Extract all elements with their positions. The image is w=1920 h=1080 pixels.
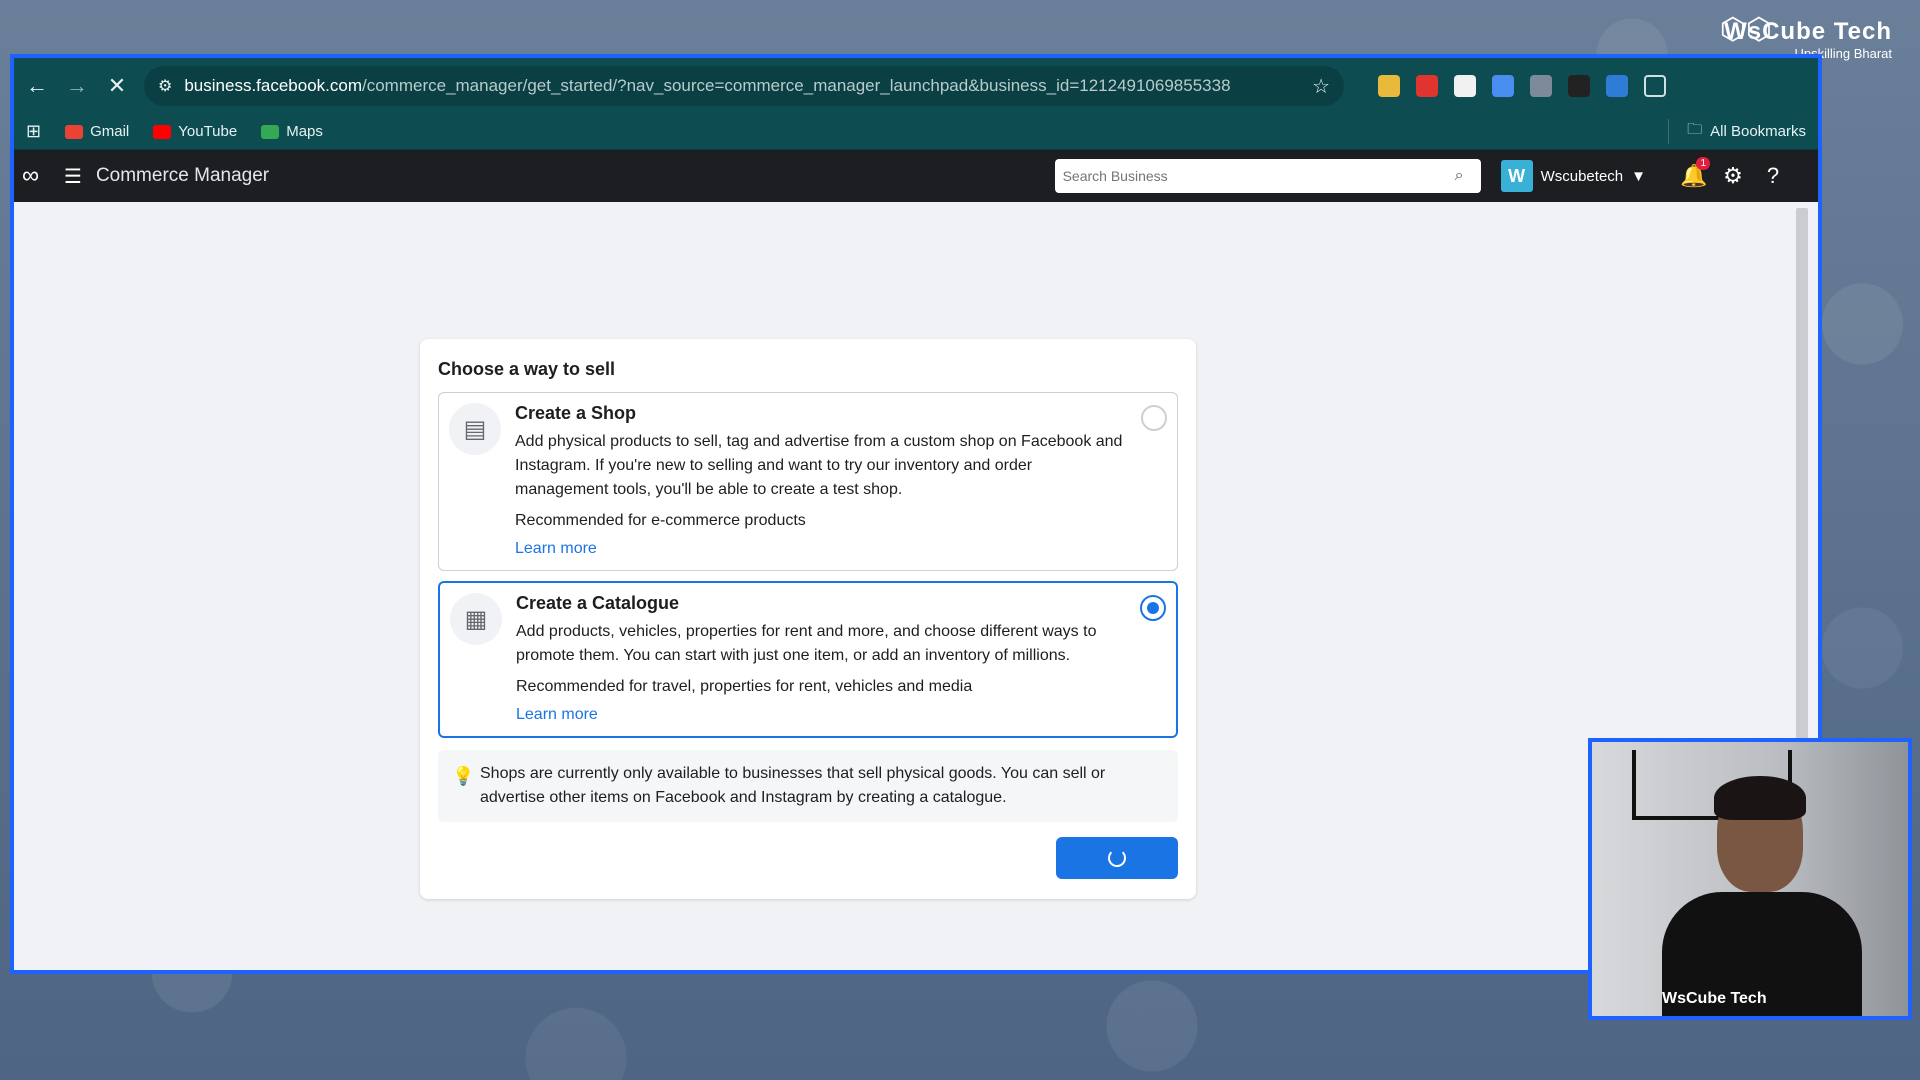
extension-icon[interactable] — [1416, 75, 1438, 97]
gmail-icon — [65, 124, 84, 139]
webcam-overlay: WsCube Tech — [1588, 738, 1912, 1020]
presenter-hair — [1714, 776, 1806, 820]
site-settings-icon[interactable]: ⚙ — [158, 76, 172, 96]
info-text: Shops are currently only available to bu… — [480, 765, 1106, 806]
search-box: ⌕ — [1054, 159, 1481, 193]
option-description: Add products, vehicles, properties for r… — [516, 623, 1097, 664]
help-icon[interactable]: ? — [1760, 163, 1786, 189]
option-title: Create a Shop — [515, 403, 637, 423]
browser-window: ← → ✕ ⚙ business.facebook.com/commerce_m… — [10, 54, 1822, 974]
menu-icon[interactable]: ☰ — [64, 164, 82, 189]
url-text: business.facebook.com/commerce_manager/g… — [184, 76, 1231, 95]
grid-icon: ▦ — [450, 593, 502, 645]
search-input[interactable] — [1062, 168, 1455, 184]
scrollbar[interactable] — [1796, 208, 1808, 748]
star-icon[interactable]: ☆ — [1312, 74, 1330, 99]
loading-spinner-icon — [1108, 849, 1126, 867]
option-title: Create a Catalogue — [516, 593, 680, 613]
url-field[interactable]: ⚙ business.facebook.com/commerce_manager… — [144, 66, 1344, 106]
bookmarks-bar: ⊞ Gmail YouTube Maps 🗀 All Bookmarks — [14, 114, 1818, 150]
lightbulb-icon: 💡 — [452, 766, 475, 786]
shirt-logo: WsCube Tech — [1662, 990, 1767, 1007]
option-description: Add physical products to sell, tag and a… — [515, 433, 1123, 498]
extension-icon[interactable] — [1568, 75, 1590, 97]
bookmark-youtube[interactable]: YouTube — [153, 123, 237, 140]
bookmark-gmail[interactable]: Gmail — [65, 123, 129, 140]
header-icons: 🔔 1 ⚙ ? — [1680, 157, 1786, 189]
option-create-shop[interactable]: ▤ Create a Shop Add physical products to… — [438, 392, 1178, 571]
extension-icon[interactable] — [1378, 75, 1400, 97]
back-icon[interactable]: ← — [24, 73, 50, 99]
business-name: Wscubetech — [1540, 167, 1624, 185]
presenter — [1662, 776, 1862, 1016]
stop-loading-icon[interactable]: ✕ — [104, 73, 130, 99]
gear-icon[interactable]: ⚙ — [1720, 163, 1746, 189]
option-create-catalogue[interactable]: ▦ Create a Catalogue Add products, vehic… — [438, 581, 1178, 738]
maps-icon — [261, 124, 280, 139]
folder-icon: 🗀 — [1687, 121, 1703, 138]
notification-badge: 1 — [1696, 157, 1710, 170]
option-recommendation: Recommended for travel, properties for r… — [516, 678, 973, 695]
main-content: Choose a way to sell ▤ Create a Shop Add… — [14, 202, 1818, 970]
meta-logo-icon[interactable]: ∞ — [22, 162, 52, 190]
bookmark-maps[interactable]: Maps — [261, 123, 323, 140]
next-button[interactable] — [1056, 837, 1178, 879]
puzzle-icon[interactable] — [1644, 75, 1666, 97]
info-notice: 💡 Shops are currently only available to … — [438, 750, 1178, 822]
bell-icon[interactable]: 🔔 1 — [1680, 157, 1710, 189]
hexagon-icon: ⬡⬡ — [1719, 13, 1772, 46]
extension-icon[interactable] — [1530, 75, 1552, 97]
all-bookmarks[interactable]: 🗀 All Bookmarks — [1668, 119, 1806, 144]
page-title: Commerce Manager — [95, 165, 270, 186]
youtube-icon — [153, 124, 172, 139]
forward-icon[interactable]: → — [64, 73, 90, 99]
business-switcher[interactable]: W Wscubetech ▼ — [1500, 160, 1646, 192]
caret-down-icon: ▼ — [1631, 167, 1646, 185]
business-avatar: W — [1500, 160, 1533, 192]
card-title: Choose a way to sell — [438, 359, 616, 379]
apps-grid-icon[interactable]: ⊞ — [26, 121, 41, 142]
extension-icon[interactable] — [1492, 75, 1514, 97]
learn-more-link[interactable]: Learn more — [516, 706, 598, 724]
option-recommendation: Recommended for e-commerce products — [515, 512, 806, 529]
commerce-manager-header: ∞ ☰ Commerce Manager ⌕ W Wscubetech ▼ 🔔1… — [14, 150, 1818, 202]
extension-icon[interactable] — [1606, 75, 1628, 97]
radio-create-shop[interactable] — [1141, 405, 1167, 431]
extension-icon[interactable] — [1454, 75, 1476, 97]
choose-way-to-sell-card: Choose a way to sell ▤ Create a Shop Add… — [420, 339, 1196, 899]
extensions-row — [1378, 75, 1666, 97]
search-icon[interactable]: ⌕ — [1455, 167, 1473, 185]
radio-create-catalogue[interactable] — [1140, 595, 1166, 621]
address-bar: ← → ✕ ⚙ business.facebook.com/commerce_m… — [14, 58, 1818, 114]
shop-icon: ▤ — [449, 403, 501, 455]
learn-more-link[interactable]: Learn more — [515, 540, 597, 558]
